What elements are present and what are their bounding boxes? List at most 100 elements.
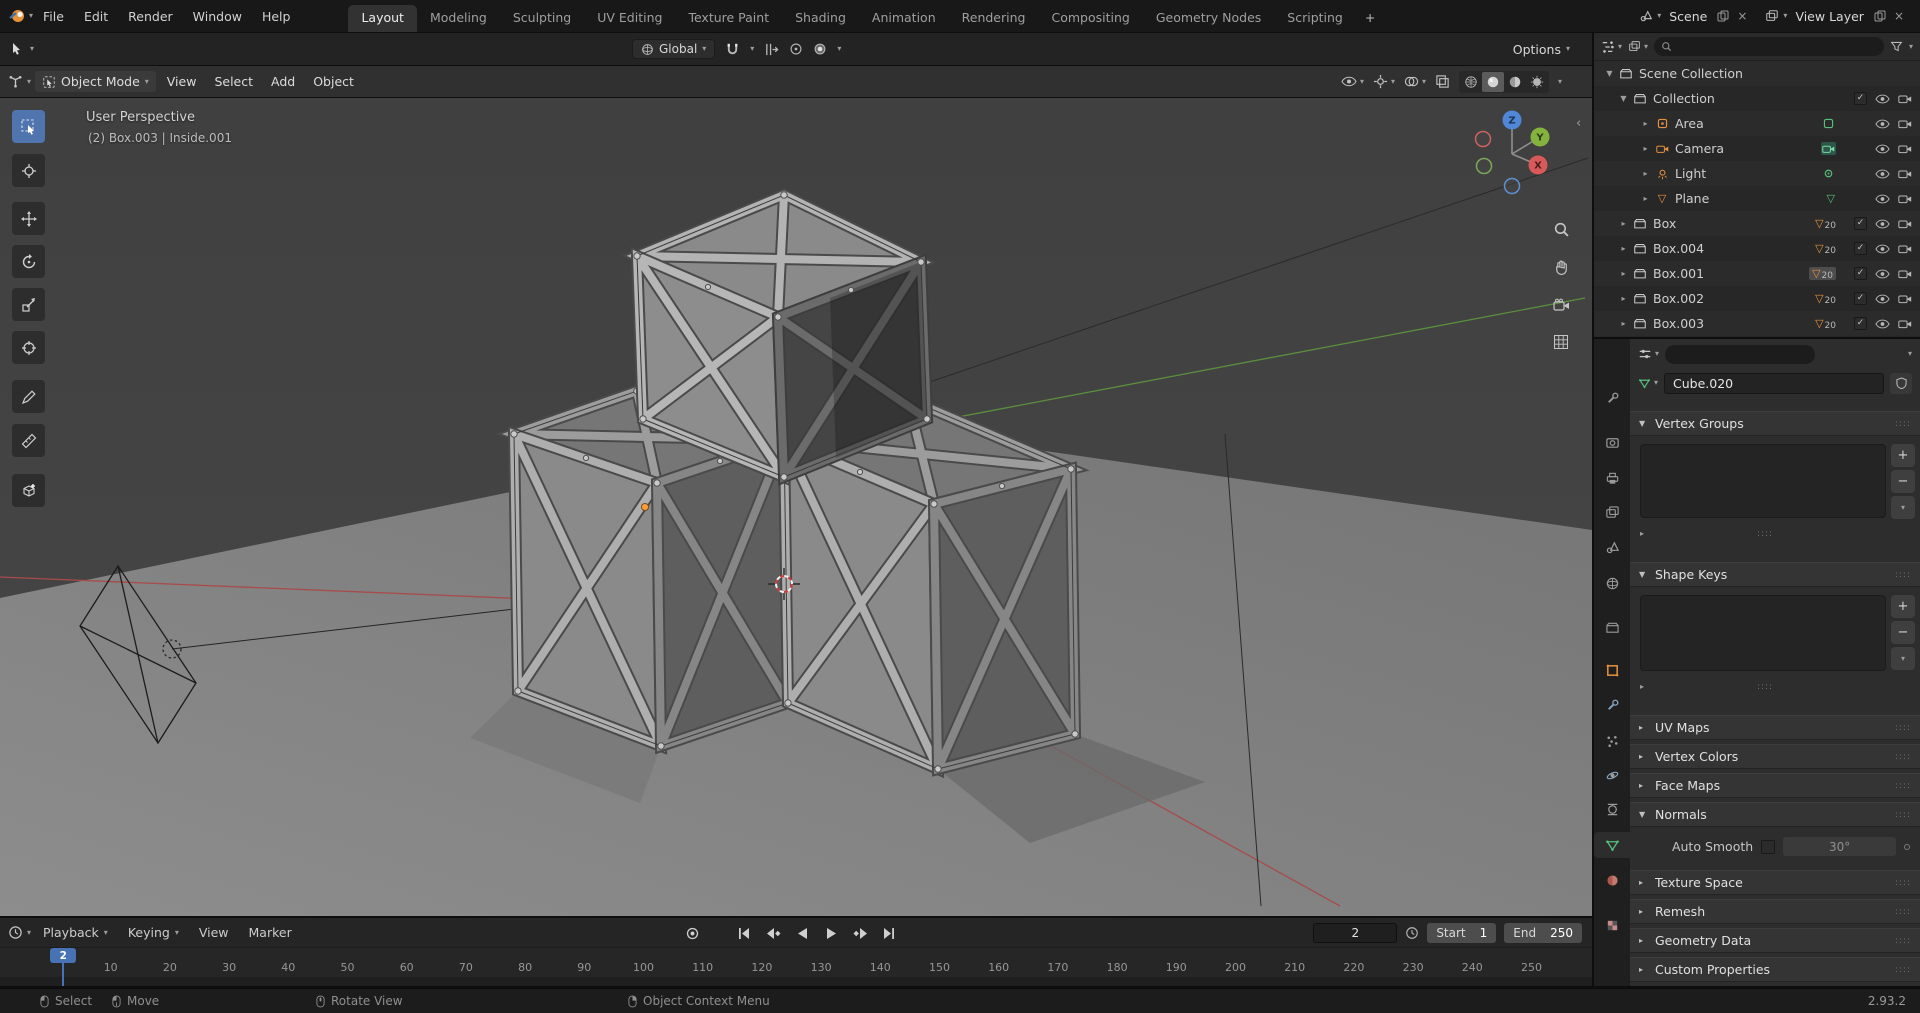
blender-logo[interactable] (8, 8, 27, 24)
drag-handle-icon[interactable]: :::: (1895, 878, 1911, 888)
tool-measure[interactable] (12, 424, 45, 457)
menu-render[interactable]: Render (118, 5, 183, 28)
ortho-grid-icon[interactable] (1548, 329, 1574, 355)
snap-dropdown-icon[interactable]: ▾ (750, 45, 754, 53)
outliner-row-box-003[interactable]: ▸ Box.003 ▽ 20 ✓ (1594, 311, 1920, 336)
tab-scene[interactable] (1597, 534, 1627, 560)
remove-view-layer-button[interactable]: × (1892, 9, 1906, 23)
tool-scale[interactable] (12, 288, 45, 321)
drag-handle-icon[interactable]: :::: (1895, 965, 1911, 975)
outliner-editor-type-icon[interactable]: ▾ (1601, 40, 1622, 54)
camera-data-icon[interactable] (1821, 142, 1836, 155)
tab-uv-editing[interactable]: UV Editing (584, 5, 675, 33)
disclosure-icon[interactable]: ▸ (1638, 169, 1653, 178)
gizmo-minus-y[interactable] (1475, 157, 1493, 175)
hide-eye-icon[interactable] (1875, 194, 1890, 204)
outliner-row-plane[interactable]: ▸ ▽ Plane ▽ (1594, 186, 1920, 211)
menu-view[interactable]: View (160, 71, 204, 92)
collection-checkbox[interactable]: ✓ (1854, 217, 1867, 230)
add-shape-key-button[interactable]: + (1891, 595, 1915, 618)
active-tool-icon[interactable]: ▾ (10, 41, 34, 57)
render-visibility-icon[interactable] (1898, 243, 1912, 254)
menu-playback[interactable]: Playback ▾ (35, 922, 116, 943)
editor-type-icon[interactable]: ▾ (8, 74, 31, 89)
next-keyframe-button[interactable] (850, 923, 870, 943)
frame-end-field[interactable]: End 250 (1504, 923, 1582, 943)
add-workspace-button[interactable]: + (1356, 5, 1384, 33)
panel-header-face-maps[interactable]: ▸ Face Maps:::: (1630, 773, 1920, 798)
light-data-icon[interactable] (1821, 166, 1836, 181)
tab-render[interactable] (1597, 429, 1627, 455)
disclosure-icon[interactable]: ▼ (1602, 69, 1617, 78)
mesh-data-icon[interactable]: ▽ (1826, 192, 1836, 205)
mode-select[interactable]: Object Mode ▾ (35, 71, 156, 92)
drag-handle-icon[interactable]: :::: (1895, 570, 1911, 580)
shape-key-specials-button[interactable]: ▾ (1891, 647, 1915, 670)
properties-editor-type-icon[interactable]: ▾ (1638, 347, 1659, 361)
options-menu[interactable]: Options ▾ (1513, 33, 1570, 65)
tab-modifiers[interactable] (1597, 692, 1627, 718)
overlays-toggle-icon[interactable]: ▾ (1404, 74, 1426, 89)
panel-header-texture-space[interactable]: ▸ Texture Space:::: (1630, 870, 1920, 895)
properties-search-input[interactable] (1677, 347, 1828, 361)
tab-scripting[interactable]: Scripting (1274, 5, 1356, 33)
add-vertex-group-button[interactable]: + (1891, 444, 1915, 467)
collection-checkbox[interactable]: ✓ (1854, 92, 1867, 105)
tab-tool[interactable] (1597, 385, 1627, 411)
tool-cursor[interactable] (12, 154, 45, 187)
menu-file[interactable]: File (33, 5, 74, 28)
drag-handle-icon[interactable]: :::: (1895, 723, 1911, 733)
tab-rendering[interactable]: Rendering (949, 5, 1039, 33)
current-frame-field[interactable]: 2 (1313, 923, 1398, 943)
tab-world[interactable] (1597, 570, 1627, 596)
proportional-dropdown-icon[interactable]: ▾ (837, 45, 841, 53)
hide-eye-icon[interactable] (1875, 119, 1890, 129)
menu-select[interactable]: Select (207, 71, 260, 92)
drag-handle-icon[interactable]: :::: (1895, 781, 1911, 791)
tab-layout[interactable]: Layout (348, 4, 417, 32)
tab-animation[interactable]: Animation (859, 5, 949, 33)
drag-handle-icon[interactable]: :::: (1895, 907, 1911, 917)
gizmo-minus-z[interactable] (1503, 177, 1521, 195)
shape-keys-list[interactable] (1640, 595, 1886, 671)
render-visibility-icon[interactable] (1898, 143, 1912, 154)
panel-header-remesh[interactable]: ▸ Remesh:::: (1630, 899, 1920, 924)
tab-texture[interactable] (1597, 912, 1627, 938)
timeline-editor-type-icon[interactable]: ▾ (8, 925, 31, 940)
tab-object-data[interactable] (1594, 832, 1630, 858)
shading-dropdown-icon[interactable]: ▾ (1558, 77, 1562, 86)
auto-keying-button[interactable] (682, 923, 702, 943)
outliner-row-scene-collection[interactable]: ▼ Scene Collection (1594, 61, 1920, 86)
render-visibility-icon[interactable] (1898, 218, 1912, 229)
render-visibility-icon[interactable] (1898, 193, 1912, 204)
disclosure-icon[interactable]: ▸ (1616, 244, 1631, 253)
menu-window[interactable]: Window (183, 5, 252, 28)
vertex-group-specials-button[interactable]: ▾ (1891, 496, 1915, 519)
auto-smooth-angle-field[interactable]: 30° (1783, 837, 1896, 856)
play-button[interactable] (821, 923, 841, 943)
xray-toggle-icon[interactable] (1435, 74, 1450, 89)
view-layer-selector[interactable]: ▾ View Layer × (1759, 7, 1912, 26)
render-visibility-icon[interactable] (1898, 318, 1912, 329)
hide-eye-icon[interactable] (1875, 269, 1890, 279)
outliner-row-box-002[interactable]: ▸ Box.002 ▽ 20 ✓ (1594, 286, 1920, 311)
drag-handle-icon[interactable]: :::: (1895, 936, 1911, 946)
tool-transform[interactable] (12, 331, 45, 364)
tab-geometry-nodes[interactable]: Geometry Nodes (1143, 5, 1274, 33)
outliner-row-light[interactable]: ▸ Light (1594, 161, 1920, 186)
frame-start-field[interactable]: Start 1 (1427, 923, 1497, 943)
transform-orientation-select[interactable]: Global ▾ (632, 39, 716, 59)
properties-options-dropdown-icon[interactable]: ▾ (1908, 350, 1912, 358)
collection-checkbox[interactable]: ✓ (1854, 292, 1867, 305)
hide-eye-icon[interactable] (1875, 319, 1890, 329)
keyframe-dot-icon[interactable] (1904, 843, 1910, 850)
outliner-row-box[interactable]: ▸ Box ▽ 20 ✓ (1594, 211, 1920, 236)
shading-wireframe-button[interactable] (1460, 72, 1482, 92)
shading-solid-button[interactable] (1481, 71, 1504, 92)
hide-eye-icon[interactable] (1875, 169, 1890, 179)
panel-header-uv-maps[interactable]: ▸ UV Maps:::: (1630, 715, 1920, 740)
filter-icon[interactable] (1890, 40, 1903, 53)
outliner-search-input[interactable] (1677, 39, 1877, 54)
auto-smooth-checkbox[interactable] (1761, 839, 1776, 854)
snap-magnet-icon[interactable] (725, 42, 740, 57)
